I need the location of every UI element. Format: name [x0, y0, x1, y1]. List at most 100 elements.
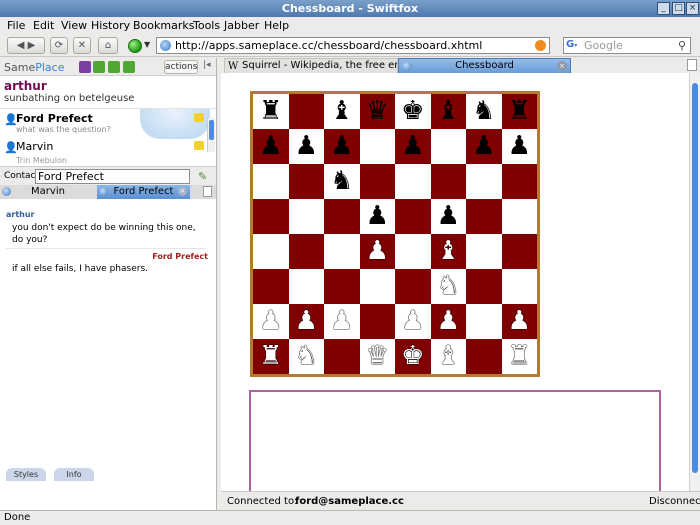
- url-bar[interactable]: http://apps.sameplace.cc/chessboard/ches…: [156, 37, 550, 54]
- white-king-icon[interactable]: ♚: [395, 339, 431, 374]
- square-b3[interactable]: [288, 269, 324, 304]
- square-f7[interactable]: [430, 129, 466, 164]
- wand-icon[interactable]: ✎: [198, 170, 207, 183]
- square-a7[interactable]: ♟: [253, 129, 289, 164]
- close-icon[interactable]: ×: [178, 187, 187, 196]
- contact-item[interactable]: 👤 Ford Prefect what was the question?: [0, 111, 206, 137]
- black-rook-icon[interactable]: ♜: [502, 94, 538, 129]
- square-c7[interactable]: ♟: [324, 129, 360, 164]
- white-rook-icon[interactable]: ♜: [502, 339, 538, 374]
- user-status[interactable]: sunbathing on betelgeuse: [4, 93, 134, 104]
- white-pawn-icon[interactable]: ♟: [324, 304, 360, 339]
- white-pawn-icon[interactable]: ♟: [395, 304, 431, 339]
- black-pawn-icon[interactable]: ♟: [431, 199, 467, 234]
- square-c6[interactable]: ♞: [324, 164, 360, 199]
- square-a1[interactable]: ♜: [253, 339, 289, 374]
- tab-chessboard[interactable]: Chessboard ×: [398, 58, 571, 73]
- square-g4[interactable]: [466, 234, 502, 269]
- toolbar-icon-1[interactable]: [79, 61, 91, 73]
- square-d8[interactable]: ♛: [359, 94, 395, 129]
- square-e4[interactable]: [395, 234, 431, 269]
- tab-info[interactable]: Info: [54, 468, 94, 481]
- square-a5[interactable]: [253, 199, 289, 234]
- square-g2[interactable]: [466, 304, 502, 339]
- square-e7[interactable]: ♟: [395, 129, 431, 164]
- square-f8[interactable]: ♝: [430, 94, 467, 129]
- square-g7[interactable]: ♟: [466, 129, 502, 164]
- new-tab-icon[interactable]: [687, 59, 697, 71]
- search-input[interactable]: G▾ Google ⚲: [563, 37, 691, 54]
- tab-wikipedia[interactable]: W Squirrel - Wikipedia, the free enc...: [224, 58, 398, 73]
- square-f1[interactable]: ♝: [430, 339, 466, 374]
- square-b5[interactable]: [288, 199, 324, 234]
- black-pawn-icon[interactable]: ♟: [289, 129, 325, 164]
- square-h7[interactable]: ♟: [501, 129, 538, 164]
- black-bishop-icon[interactable]: ♝: [431, 94, 467, 129]
- white-pawn-icon[interactable]: ♟: [289, 304, 325, 339]
- square-a2[interactable]: ♟: [253, 304, 289, 339]
- square-d7[interactable]: [359, 129, 395, 164]
- menu-edit[interactable]: Edit: [33, 19, 54, 32]
- menu-tools[interactable]: Tools: [193, 19, 220, 32]
- square-e8[interactable]: ♚: [395, 94, 431, 129]
- menu-help[interactable]: Help: [264, 19, 289, 32]
- square-f6[interactable]: [430, 164, 466, 199]
- url-text[interactable]: http://apps.sameplace.cc/chessboard/ches…: [175, 39, 482, 52]
- chevron-down-icon[interactable]: ▼: [144, 40, 150, 49]
- square-e6[interactable]: [395, 164, 431, 199]
- square-a6[interactable]: [253, 164, 289, 199]
- square-c8[interactable]: ♝: [324, 94, 360, 129]
- white-pawn-icon[interactable]: ♟: [502, 304, 538, 339]
- square-b2[interactable]: ♟: [288, 304, 325, 339]
- square-f5[interactable]: ♟: [430, 199, 467, 234]
- menu-file[interactable]: File: [7, 19, 25, 32]
- white-bishop-icon[interactable]: ♝: [431, 234, 467, 269]
- close-tab-icon[interactable]: ×: [557, 61, 567, 71]
- square-d4[interactable]: ♟: [359, 234, 395, 269]
- square-f2[interactable]: ♟: [430, 304, 466, 339]
- square-g6[interactable]: [466, 164, 502, 199]
- reload-icon[interactable]: ⟳: [50, 37, 68, 54]
- square-b4[interactable]: [288, 234, 324, 269]
- square-c4[interactable]: [324, 234, 360, 269]
- square-h2[interactable]: ♟: [501, 304, 538, 339]
- square-h8[interactable]: ♜: [501, 94, 538, 129]
- square-d2[interactable]: [359, 304, 395, 339]
- status-globe-icon[interactable]: [128, 39, 142, 53]
- square-f4[interactable]: ♝: [430, 234, 467, 269]
- user-name[interactable]: arthur: [4, 79, 47, 93]
- toolbar-icon-4[interactable]: [123, 61, 135, 73]
- chat-tab-marvin[interactable]: Marvin: [0, 185, 96, 199]
- square-a3[interactable]: [253, 269, 289, 304]
- menu-view[interactable]: View: [61, 19, 87, 32]
- square-a8[interactable]: ♜: [253, 94, 289, 129]
- back-forward-button[interactable]: ◀ ▶: [7, 37, 45, 54]
- black-bishop-icon[interactable]: ♝: [324, 94, 360, 129]
- square-d3[interactable]: [359, 269, 395, 304]
- square-f3[interactable]: ♞: [430, 269, 467, 304]
- white-pawn-icon[interactable]: ♟: [253, 304, 289, 339]
- square-e2[interactable]: ♟: [395, 304, 431, 339]
- square-c5[interactable]: [324, 199, 360, 234]
- white-knight-icon[interactable]: ♞: [431, 269, 467, 304]
- chess-notes-area[interactable]: [249, 390, 661, 500]
- square-e1[interactable]: ♚: [395, 339, 431, 374]
- feed-icon[interactable]: [535, 40, 546, 51]
- close-window-button[interactable]: ×: [686, 2, 699, 15]
- square-c1[interactable]: [324, 339, 360, 374]
- square-h5[interactable]: [501, 199, 537, 234]
- square-e5[interactable]: [395, 199, 431, 234]
- square-c2[interactable]: ♟: [324, 304, 360, 339]
- actions-button[interactable]: actions: [164, 60, 198, 74]
- square-g3[interactable]: [466, 269, 502, 304]
- tab-styles[interactable]: Styles: [6, 468, 46, 481]
- square-h4[interactable]: [501, 234, 537, 269]
- black-king-icon[interactable]: ♚: [395, 94, 431, 129]
- white-queen-icon[interactable]: ♛: [360, 339, 396, 374]
- black-pawn-icon[interactable]: ♟: [502, 129, 538, 164]
- black-pawn-icon[interactable]: ♟: [395, 129, 431, 164]
- square-h3[interactable]: [501, 269, 537, 304]
- toolbar-icon-3[interactable]: [108, 61, 120, 73]
- square-d5[interactable]: ♟: [359, 199, 395, 234]
- toolbar-icon-2[interactable]: [93, 61, 105, 73]
